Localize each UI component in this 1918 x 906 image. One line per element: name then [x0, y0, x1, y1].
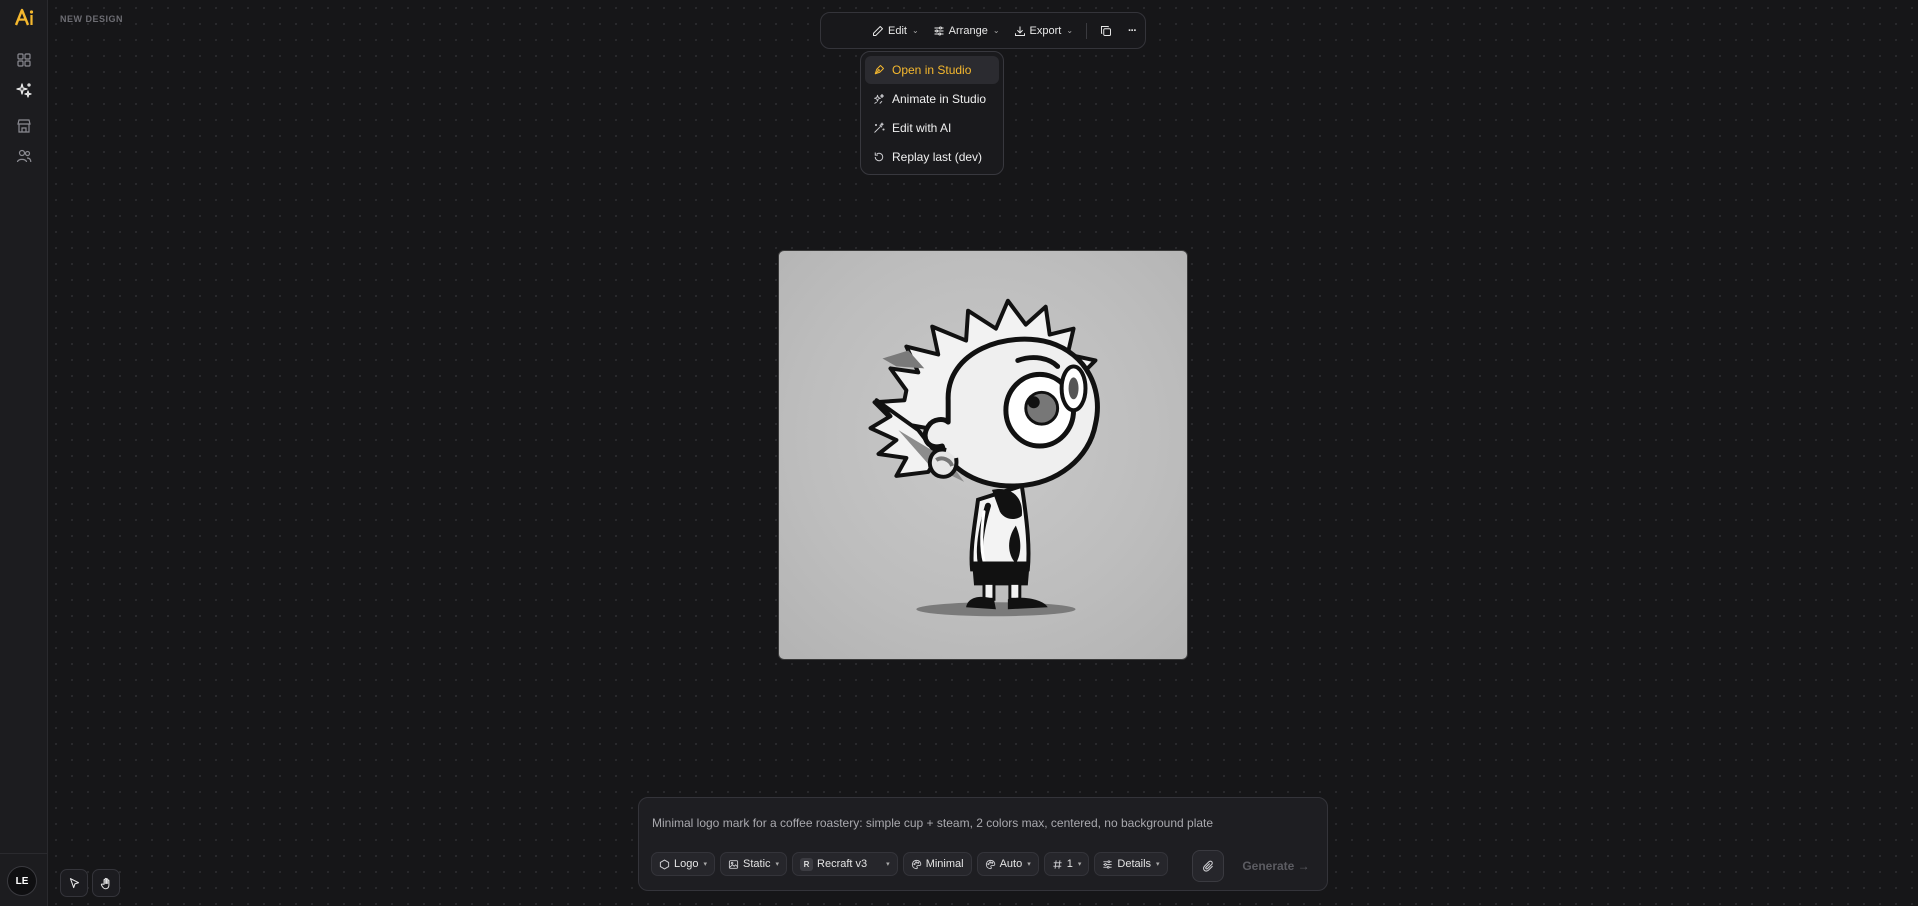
style-label: Minimal	[925, 858, 964, 870]
sidebar-divider	[0, 853, 48, 854]
generated-image[interactable]	[778, 250, 1188, 660]
menu-item-open-in-studio[interactable]: Open in Studio	[865, 56, 999, 84]
model-label: Recraft v3	[817, 858, 868, 870]
caret-down-icon: ▾	[1156, 861, 1160, 868]
menu-item-label: Replay last (dev)	[892, 150, 983, 164]
edit-dropdown-menu: Open in Studio Animate in Studio Edit wi…	[860, 51, 1004, 175]
prompt-panel: Minimal logo mark for a coffee roastery:…	[638, 797, 1328, 891]
palette-label: Auto	[999, 858, 1023, 870]
hexagon-icon	[659, 858, 670, 870]
menu-item-animate-in-studio[interactable]: Animate in Studio	[865, 85, 999, 113]
image-icon	[728, 859, 739, 869]
prompt-options: Logo ▾ Static ▾ R Recraft v3 ▾ Minimal A…	[651, 852, 1168, 876]
palette-selector[interactable]: Auto ▾	[976, 852, 1039, 876]
sparkles-icon	[16, 83, 32, 98]
paperclip-icon	[1202, 860, 1213, 872]
sidebar-item-generate[interactable]	[12, 78, 36, 102]
grid-icon	[17, 53, 31, 67]
sidebar-item-dashboard[interactable]	[12, 48, 36, 72]
select-tool-button[interactable]	[60, 869, 88, 897]
duplicate-button[interactable]	[1093, 18, 1119, 44]
type-selector[interactable]: Logo ▾	[651, 852, 715, 876]
design-title[interactable]: NEW DESIGN	[60, 14, 123, 24]
menu-item-label: Edit with AI	[892, 121, 952, 135]
download-icon	[1014, 26, 1025, 36]
sparkles-icon	[874, 94, 884, 104]
count-selector[interactable]: 1 ▾	[1043, 852, 1090, 876]
menu-item-replay-last[interactable]: Replay last (dev)	[865, 143, 999, 171]
pen-tool-icon	[874, 65, 884, 75]
count-label: 1	[1066, 858, 1073, 870]
details-selector[interactable]: Details ▾	[1094, 852, 1168, 876]
caret-down-icon: ▾	[775, 861, 780, 868]
edit-button[interactable]: Edit ⌄	[865, 18, 926, 44]
logo-icon	[14, 8, 34, 26]
prompt-input[interactable]: Minimal logo mark for a coffee roastery:…	[652, 816, 1213, 830]
chevron-down-icon: ⌄	[911, 26, 919, 35]
sidebar-item-team[interactable]	[12, 144, 36, 168]
menu-item-edit-with-ai[interactable]: Edit with AI	[865, 114, 999, 142]
store-icon	[17, 119, 31, 133]
users-icon	[16, 149, 32, 163]
details-label: Details	[1117, 858, 1152, 870]
arrange-button[interactable]: Arrange ⌄	[926, 18, 1007, 44]
caret-down-icon: ▾	[886, 861, 890, 868]
chevron-down-icon: ⌄	[992, 26, 1000, 35]
hand-icon	[100, 877, 109, 889]
style-selector[interactable]: Minimal	[902, 852, 972, 876]
sliders-icon	[934, 26, 944, 35]
menu-item-label: Open in Studio	[892, 63, 972, 77]
more-icon: ···	[1128, 24, 1137, 37]
cursor-icon	[69, 877, 79, 888]
magic-wand-icon	[874, 122, 885, 133]
arrange-label: Arrange	[948, 24, 988, 37]
caret-down-icon: ▾	[1077, 861, 1082, 868]
caret-down-icon: ▾	[1027, 861, 1031, 868]
toolbar-divider	[1086, 22, 1088, 39]
export-button[interactable]: Export ⌄	[1007, 18, 1081, 44]
palette-icon	[911, 859, 921, 869]
attach-button[interactable]	[1192, 850, 1224, 882]
rotate-ccw-icon	[874, 152, 884, 162]
model-selector[interactable]: R Recraft v3 ▾	[792, 852, 898, 876]
type-label: Logo	[674, 858, 699, 870]
edit-label: Edit	[888, 24, 907, 37]
pan-tool-button[interactable]	[92, 869, 120, 897]
sidebar: LE	[0, 0, 48, 906]
hash-icon	[1053, 859, 1062, 869]
floating-toolbar: Edit ⌄ Arrange ⌄ Export ⌄ ···	[820, 12, 1146, 49]
palette-icon	[985, 859, 995, 869]
menu-item-label: Animate in Studio	[892, 92, 987, 106]
cartoon-boy-illustration	[868, 298, 1100, 617]
model-badge: R	[800, 857, 814, 871]
copy-icon	[1101, 25, 1112, 36]
user-avatar[interactable]: LE	[7, 866, 37, 896]
motion-selector[interactable]: Static ▾	[720, 852, 788, 876]
export-label: Export	[1029, 24, 1062, 37]
sliders-icon	[1103, 859, 1113, 869]
caret-down-icon: ▾	[703, 861, 707, 868]
chevron-down-icon: ⌄	[1066, 26, 1074, 35]
sidebar-item-library[interactable]	[12, 114, 36, 138]
generate-button[interactable]: Generate →	[1232, 850, 1320, 882]
app-logo[interactable]	[12, 6, 36, 30]
motion-label: Static	[743, 858, 771, 870]
pencil-icon	[873, 25, 883, 36]
more-options-button[interactable]: ···	[1119, 18, 1145, 44]
